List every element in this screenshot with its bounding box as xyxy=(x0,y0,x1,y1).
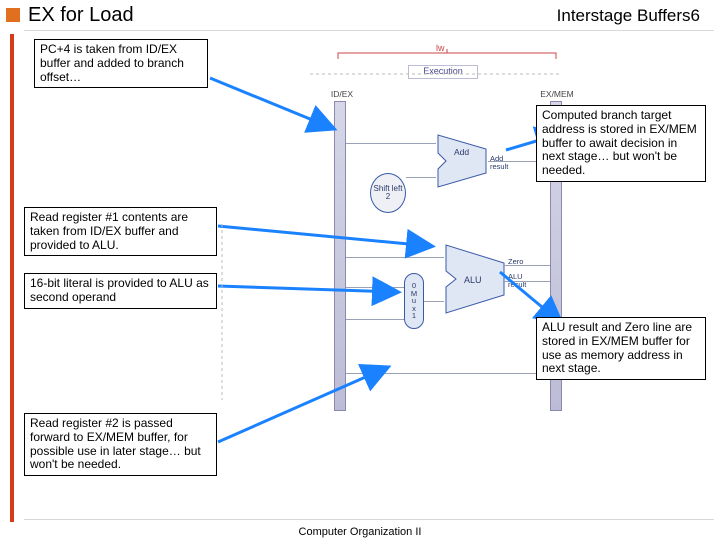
wire xyxy=(406,177,436,178)
bullet-square-icon xyxy=(6,8,20,22)
exmem-label: EX/MEM xyxy=(532,89,582,99)
execution-label: Execution xyxy=(408,65,478,79)
idex-buffer xyxy=(334,101,346,411)
slide-page: EX for Load Interstage Buffers6 PC+4 is … xyxy=(0,0,720,540)
slide-title: EX for Load xyxy=(28,4,134,27)
title-bar: EX for Load Interstage Buffers6 xyxy=(0,0,720,30)
idex-label: ID/EX xyxy=(322,89,362,99)
wire xyxy=(346,373,550,374)
note-alu-result: ALU result and Zero line are stored in E… xyxy=(536,317,706,380)
shift-label: Shift left 2 xyxy=(371,185,405,201)
add-result-label: Add result xyxy=(490,155,518,170)
note-pc-plus-4: PC+4 is taken from ID/EX buffer and adde… xyxy=(34,39,208,88)
slide-footer: Computer Organization II xyxy=(0,526,720,538)
note-literal: 16-bit literal is provided to ALU as sec… xyxy=(24,273,217,309)
page-number: 6 xyxy=(691,6,700,25)
bracket-icon xyxy=(332,49,562,61)
header-right: Interstage Buffers6 xyxy=(557,6,700,26)
alu-label: ALU xyxy=(464,275,482,285)
wire xyxy=(346,143,436,144)
wire xyxy=(346,319,404,320)
wire xyxy=(504,265,550,266)
note-read-reg1: Read register #1 contents are taken from… xyxy=(24,207,217,256)
mux-1: 1 xyxy=(412,312,416,320)
adder-shape-icon xyxy=(434,133,490,189)
note-branch-target: Computed branch target address is stored… xyxy=(536,105,706,182)
wire xyxy=(346,287,404,288)
add-label: Add xyxy=(454,147,469,157)
mux: 0 M u x 1 xyxy=(404,273,424,329)
left-rule xyxy=(10,34,14,522)
wire xyxy=(424,301,444,302)
slide-content: PC+4 is taken from ID/EX buffer and adde… xyxy=(24,30,714,520)
wire xyxy=(346,257,444,258)
note-read-reg2: Read register #2 is passed forward to EX… xyxy=(24,413,217,476)
header-label: Interstage Buffers xyxy=(557,6,691,25)
shift-left-2: Shift left 2 xyxy=(370,173,406,213)
wire xyxy=(504,281,550,282)
